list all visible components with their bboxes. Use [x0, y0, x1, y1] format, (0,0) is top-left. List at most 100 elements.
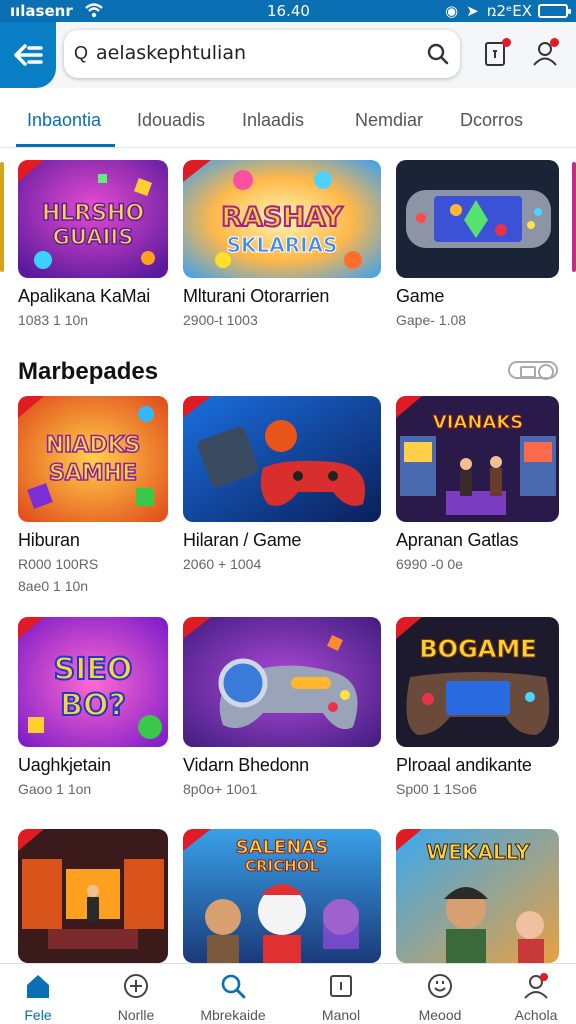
view-toggle-icon[interactable]: [508, 361, 558, 380]
grid-card-2[interactable]: Hilaran / Game 2060 + 1004: [183, 396, 381, 576]
grid-card-9[interactable]: WEKALLY: [396, 829, 559, 963]
nav-label: Fele: [24, 1007, 52, 1023]
card-subtitle: 2900-t 1003: [183, 312, 258, 328]
nav-item-achola[interactable]: Achola: [486, 964, 576, 1024]
clock: 16.40: [267, 2, 310, 20]
tab-dcorros[interactable]: Dcorros: [460, 110, 523, 131]
card-title: Mlturani Otorarrien: [183, 286, 330, 306]
card-title: Hilaran / Game: [183, 530, 302, 550]
status-bar: ıılasenr 16.40 ◉ ➤ ռ2ᵉEX: [0, 0, 576, 22]
card-title: Plroaal andikante: [396, 755, 532, 775]
game-thumbnail: NIADKS SAMHE: [18, 396, 168, 522]
smiley-icon: [428, 974, 452, 998]
game-thumbnail: [183, 617, 381, 747]
home-icon: [27, 975, 49, 998]
grid-card-6[interactable]: BOGAME Plroaal andikante Sp00 1 1So6: [396, 617, 559, 802]
card-subtitle: Gape- 1.08: [396, 312, 467, 328]
grid-card-3[interactable]: VIANAKS Apranan Gatlas 6990 -0 0e: [396, 396, 559, 576]
search-icon: [221, 974, 246, 999]
grid-card-8[interactable]: SALENAS CRICHOL: [183, 829, 381, 963]
featured-card-1[interactable]: HLRSHO GUAIIS Apalikana KaMai 1083 1 10n: [18, 160, 168, 335]
bottom-navigation: Fele Norlle Mbrekaide Manol Meood Achola: [0, 963, 576, 1024]
search-lead-glyph: Q: [74, 43, 89, 63]
svg-text:SAMHE: SAMHE: [49, 461, 137, 486]
tab-inbaontia[interactable]: Inbaontia: [27, 110, 101, 131]
back-arrow-icon: [14, 44, 43, 66]
art-text-line-2: GUAIIS: [53, 225, 134, 249]
card-title: Vidarn Bhedonn: [183, 755, 309, 775]
svg-text:BO?: BO?: [60, 688, 126, 723]
card-subtitle-2: 8ae0 1 10n: [18, 578, 89, 594]
battery-icon: [538, 4, 571, 18]
battery-percent: ռ2ᵉEX: [486, 2, 532, 20]
nav-label: Mbrekaide: [200, 1007, 266, 1023]
tab-nemdiar[interactable]: Nemdiar: [355, 110, 423, 131]
search-icon[interactable]: [426, 42, 450, 71]
nav-label: Meood: [418, 1007, 462, 1023]
profile-dot: [550, 38, 559, 47]
grid-card-1[interactable]: NIADKS SAMHE Hiburan R000 100RS 8ae0 1 1…: [18, 396, 168, 596]
profile-icon: [524, 973, 548, 999]
grid-card-4[interactable]: SIEO BO? Uaghkjetain Gaoo 1 1on: [18, 617, 168, 802]
nav-item-norlle[interactable]: Norlle: [86, 964, 186, 1024]
game-thumbnail: VIANAKS: [396, 396, 559, 522]
svg-text:NIADKS: NIADKS: [46, 433, 141, 458]
svg-text:CRICHOL: CRICHOL: [245, 857, 319, 875]
card-title: Game: [396, 286, 445, 306]
game-thumbnail: SIEO BO?: [18, 617, 168, 747]
tablet-icon: [330, 975, 352, 997]
active-tab-indicator: [16, 144, 115, 147]
app-header: Q: [0, 22, 576, 88]
game-thumbnail: [18, 829, 168, 963]
game-thumbnail: [183, 396, 381, 522]
card-title: Apranan Gatlas: [396, 530, 519, 550]
svg-text:WEKALLY: WEKALLY: [426, 840, 530, 864]
art-text-line-1: HLRSHO: [42, 201, 144, 226]
svg-text:BOGAME: BOGAME: [419, 635, 536, 663]
scroll-edge-right: [572, 162, 576, 272]
search-bar[interactable]: Q: [64, 30, 460, 78]
svg-text:VIANAKS: VIANAKS: [433, 412, 523, 433]
scroll-edge-left: [0, 162, 4, 272]
svg-text:SIEO: SIEO: [54, 652, 133, 687]
tab-idouadis[interactable]: Idouadis: [137, 110, 205, 131]
svg-text:RASHAY: RASHAY: [221, 202, 343, 233]
grid-card-5[interactable]: Vidarn Bhedonn 8p0o+ 10o1: [183, 617, 381, 802]
nav-label: Manol: [321, 1007, 361, 1023]
card-title: Apalikana KaMai: [18, 286, 151, 306]
notification-dot: [502, 38, 511, 47]
game-thumbnail: [396, 160, 559, 278]
navigation-icon: ➤: [466, 2, 479, 20]
notifications-button[interactable]: [478, 36, 512, 70]
game-thumbnail: RASHAY SKLARIAS: [183, 160, 381, 278]
category-tabs: Inbaontia Idouadis Inlaadis Nemdiar Dcor…: [0, 88, 576, 148]
featured-card-3[interactable]: Game Gape- 1.08: [396, 160, 559, 335]
svg-text:SKLARIAS: SKLARIAS: [227, 233, 338, 257]
card-subtitle: Gaoo 1 1on: [18, 781, 92, 797]
card-subtitle: 2060 + 1004: [183, 556, 262, 572]
nav-item-fele[interactable]: Fele: [0, 964, 88, 1024]
tab-inlaadis[interactable]: Inlaadis: [242, 110, 304, 131]
game-thumbnail: HLRSHO GUAIIS: [18, 160, 168, 278]
add-circle-icon: [124, 974, 148, 998]
back-button[interactable]: [0, 22, 56, 88]
grid-card-7[interactable]: [18, 829, 168, 963]
card-subtitle: 6990 -0 0e: [396, 556, 463, 572]
wifi-icon: [84, 0, 104, 24]
search-input[interactable]: [96, 42, 416, 64]
nav-item-meood[interactable]: Meood: [390, 964, 490, 1024]
svg-text:SALENAS: SALENAS: [236, 837, 329, 858]
nav-label: Norlle: [117, 1007, 155, 1023]
location-icon: ◉: [445, 2, 459, 20]
card-subtitle: Sp00 1 1So6: [396, 781, 477, 797]
featured-card-2[interactable]: RASHAY SKLARIAS Mlturani Otorarrien 2900…: [183, 160, 381, 335]
carrier-label: ıılasenr: [10, 2, 73, 20]
card-title: Uaghkjetain: [18, 755, 111, 775]
game-thumbnail: BOGAME: [396, 617, 559, 747]
section-title: Marbepades: [18, 358, 159, 385]
profile-button[interactable]: [528, 36, 562, 70]
nav-item-manol[interactable]: Manol: [291, 964, 391, 1024]
nav-item-mbrekaide[interactable]: Mbrekaide: [183, 964, 283, 1024]
game-thumbnail: WEKALLY: [396, 829, 559, 963]
card-title: Hiburan: [18, 530, 80, 550]
